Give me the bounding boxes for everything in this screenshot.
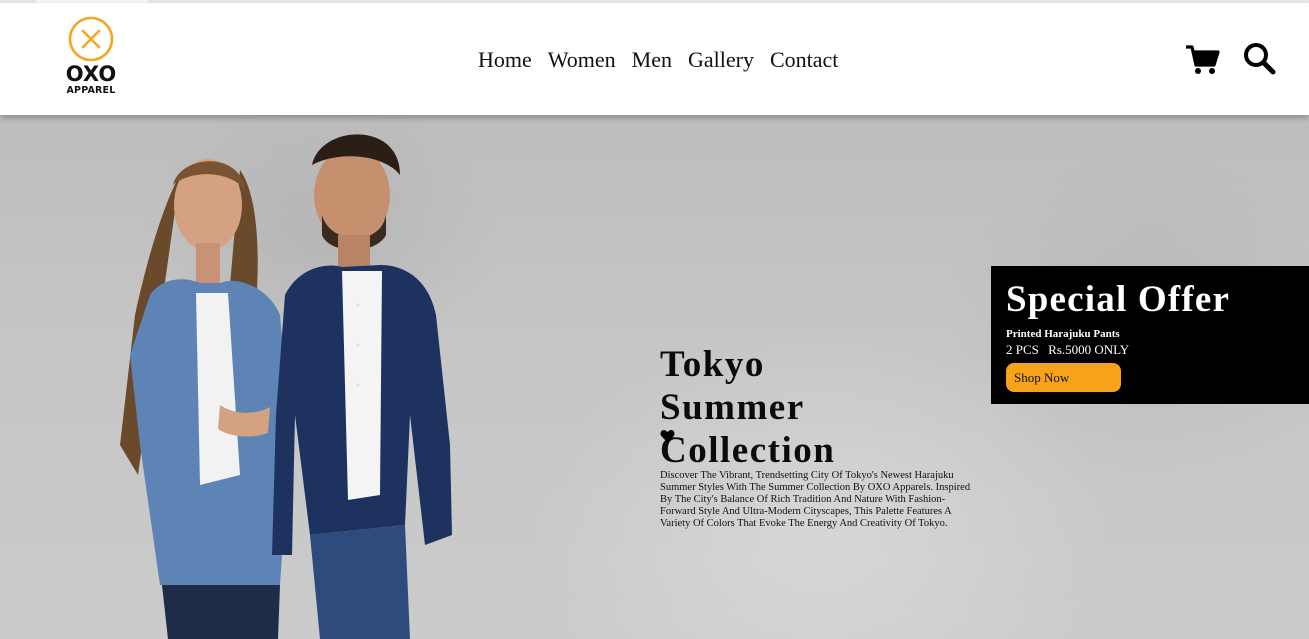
brand-tagline: APPAREL [66, 85, 116, 96]
brand-logo[interactable]: OXO APPAREL [58, 16, 124, 100]
heart-icon[interactable] [660, 429, 675, 443]
nav-contact[interactable]: Contact [762, 45, 846, 75]
logo-x-icon [68, 16, 114, 62]
search-icon[interactable] [1242, 41, 1278, 77]
hero-description: Discover The Vibrant, Trendsetting City … [660, 470, 971, 529]
brand-name: OXO [65, 62, 117, 86]
offer-quantity: 2 PCS [1006, 342, 1039, 357]
cart-icon[interactable] [1184, 41, 1220, 77]
nav-men[interactable]: Men [624, 45, 680, 75]
hero-title-line: Summer [660, 387, 805, 428]
nav-gallery[interactable]: Gallery [680, 45, 762, 75]
special-offer-panel: Special Offer Printed Harajuku Pants 2 P… [991, 266, 1309, 404]
main-nav: Home Women Men Gallery Contact [470, 45, 846, 75]
models-photo [120, 134, 452, 639]
nav-women[interactable]: Women [540, 45, 624, 75]
hero-title-line: Collection [660, 430, 836, 471]
hero-title: Tokyo Summer Collection [660, 343, 920, 472]
offer-price: Rs.5000 ONLY [1048, 342, 1130, 357]
site-header: OXO APPAREL Home Women Men Gallery Conta… [0, 3, 1309, 115]
hero-title-line: Tokyo [660, 344, 765, 385]
offer-price-line: 2 PCS Rs.5000 ONLY [1006, 342, 1309, 358]
shop-now-button[interactable]: Shop Now [1006, 363, 1121, 392]
offer-product: Printed Harajuku Pants [1006, 328, 1120, 340]
nav-home[interactable]: Home [470, 45, 540, 75]
offer-title: Special Offer [1006, 279, 1231, 320]
